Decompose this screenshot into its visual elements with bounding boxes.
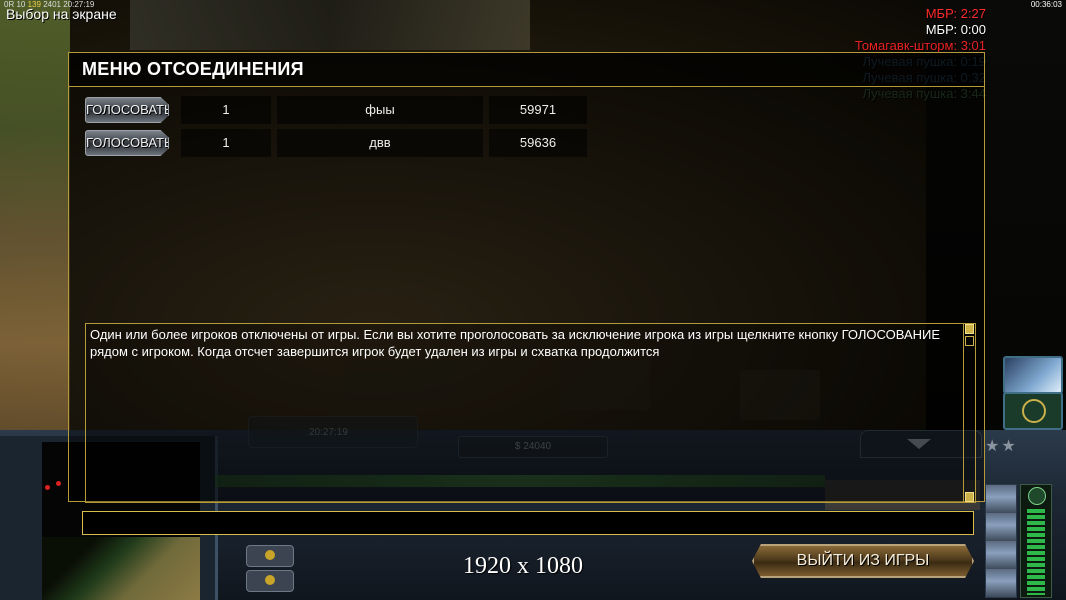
command-button[interactable] [246,545,294,567]
minimap-enemy-marker [45,485,50,490]
chat-input[interactable] [82,511,974,535]
alert-icon [265,575,275,585]
scroll-thumb[interactable] [965,336,974,346]
timer-line: МБР: 0:00 [925,22,986,37]
terrain-left [0,0,70,430]
dialog-title: МЕНЮ ОТСОЕДИНЕНИЯ [82,59,304,79]
resolution-label: 1920 x 1080 [463,553,583,579]
rank-stars-icon: ★★ [985,438,1018,455]
message-box[interactable]: Один или более игроков отключены от игры… [85,323,976,503]
vote-button[interactable]: ГОЛОСОВАТЬ [85,130,169,156]
real-clock: 00:36:03 [1030,0,1062,9]
exit-game-button[interactable]: ВЫЙТИ ИЗ ИГРЫ [752,544,974,578]
timer-line: МБР: 2:27 [925,6,986,21]
alert-icon [265,550,275,560]
player-ping: 59636 [489,129,587,157]
dialog-header: МЕНЮ ОТСОЕДИНЕНИЯ [69,53,984,87]
build-tabs[interactable] [985,484,1017,598]
player-slot: 1 [181,96,271,124]
scroll-down-icon[interactable] [965,492,974,502]
disconnect-message: Один или более игроков отключены от игры… [90,327,941,359]
scroll-up-icon[interactable] [965,324,974,334]
emblem-ring-icon [1022,399,1046,423]
command-button[interactable] [246,570,294,592]
minimap-enemy-marker [56,481,61,486]
power-level [1027,509,1045,595]
star-icon [1028,487,1046,505]
power-meter [1020,484,1052,598]
player-name: фыы [277,96,483,124]
player-slot: 1 [181,129,271,157]
vote-button[interactable]: ГОЛОСОВАТЬ [85,97,169,123]
unit-portrait-icon[interactable] [1003,356,1063,394]
player-ping: 59971 [489,96,587,124]
general-emblem-icon[interactable] [1003,392,1063,430]
terrain-top [130,0,530,50]
message-scrollbar[interactable] [963,324,975,502]
player-name: двв [277,129,483,157]
disconnect-dialog: МЕНЮ ОТСОЕДИНЕНИЯ ГОЛОСОВАТЬ 1 фыы 59971… [68,52,985,503]
screen-selection-title: Выбор на экране [6,6,117,22]
